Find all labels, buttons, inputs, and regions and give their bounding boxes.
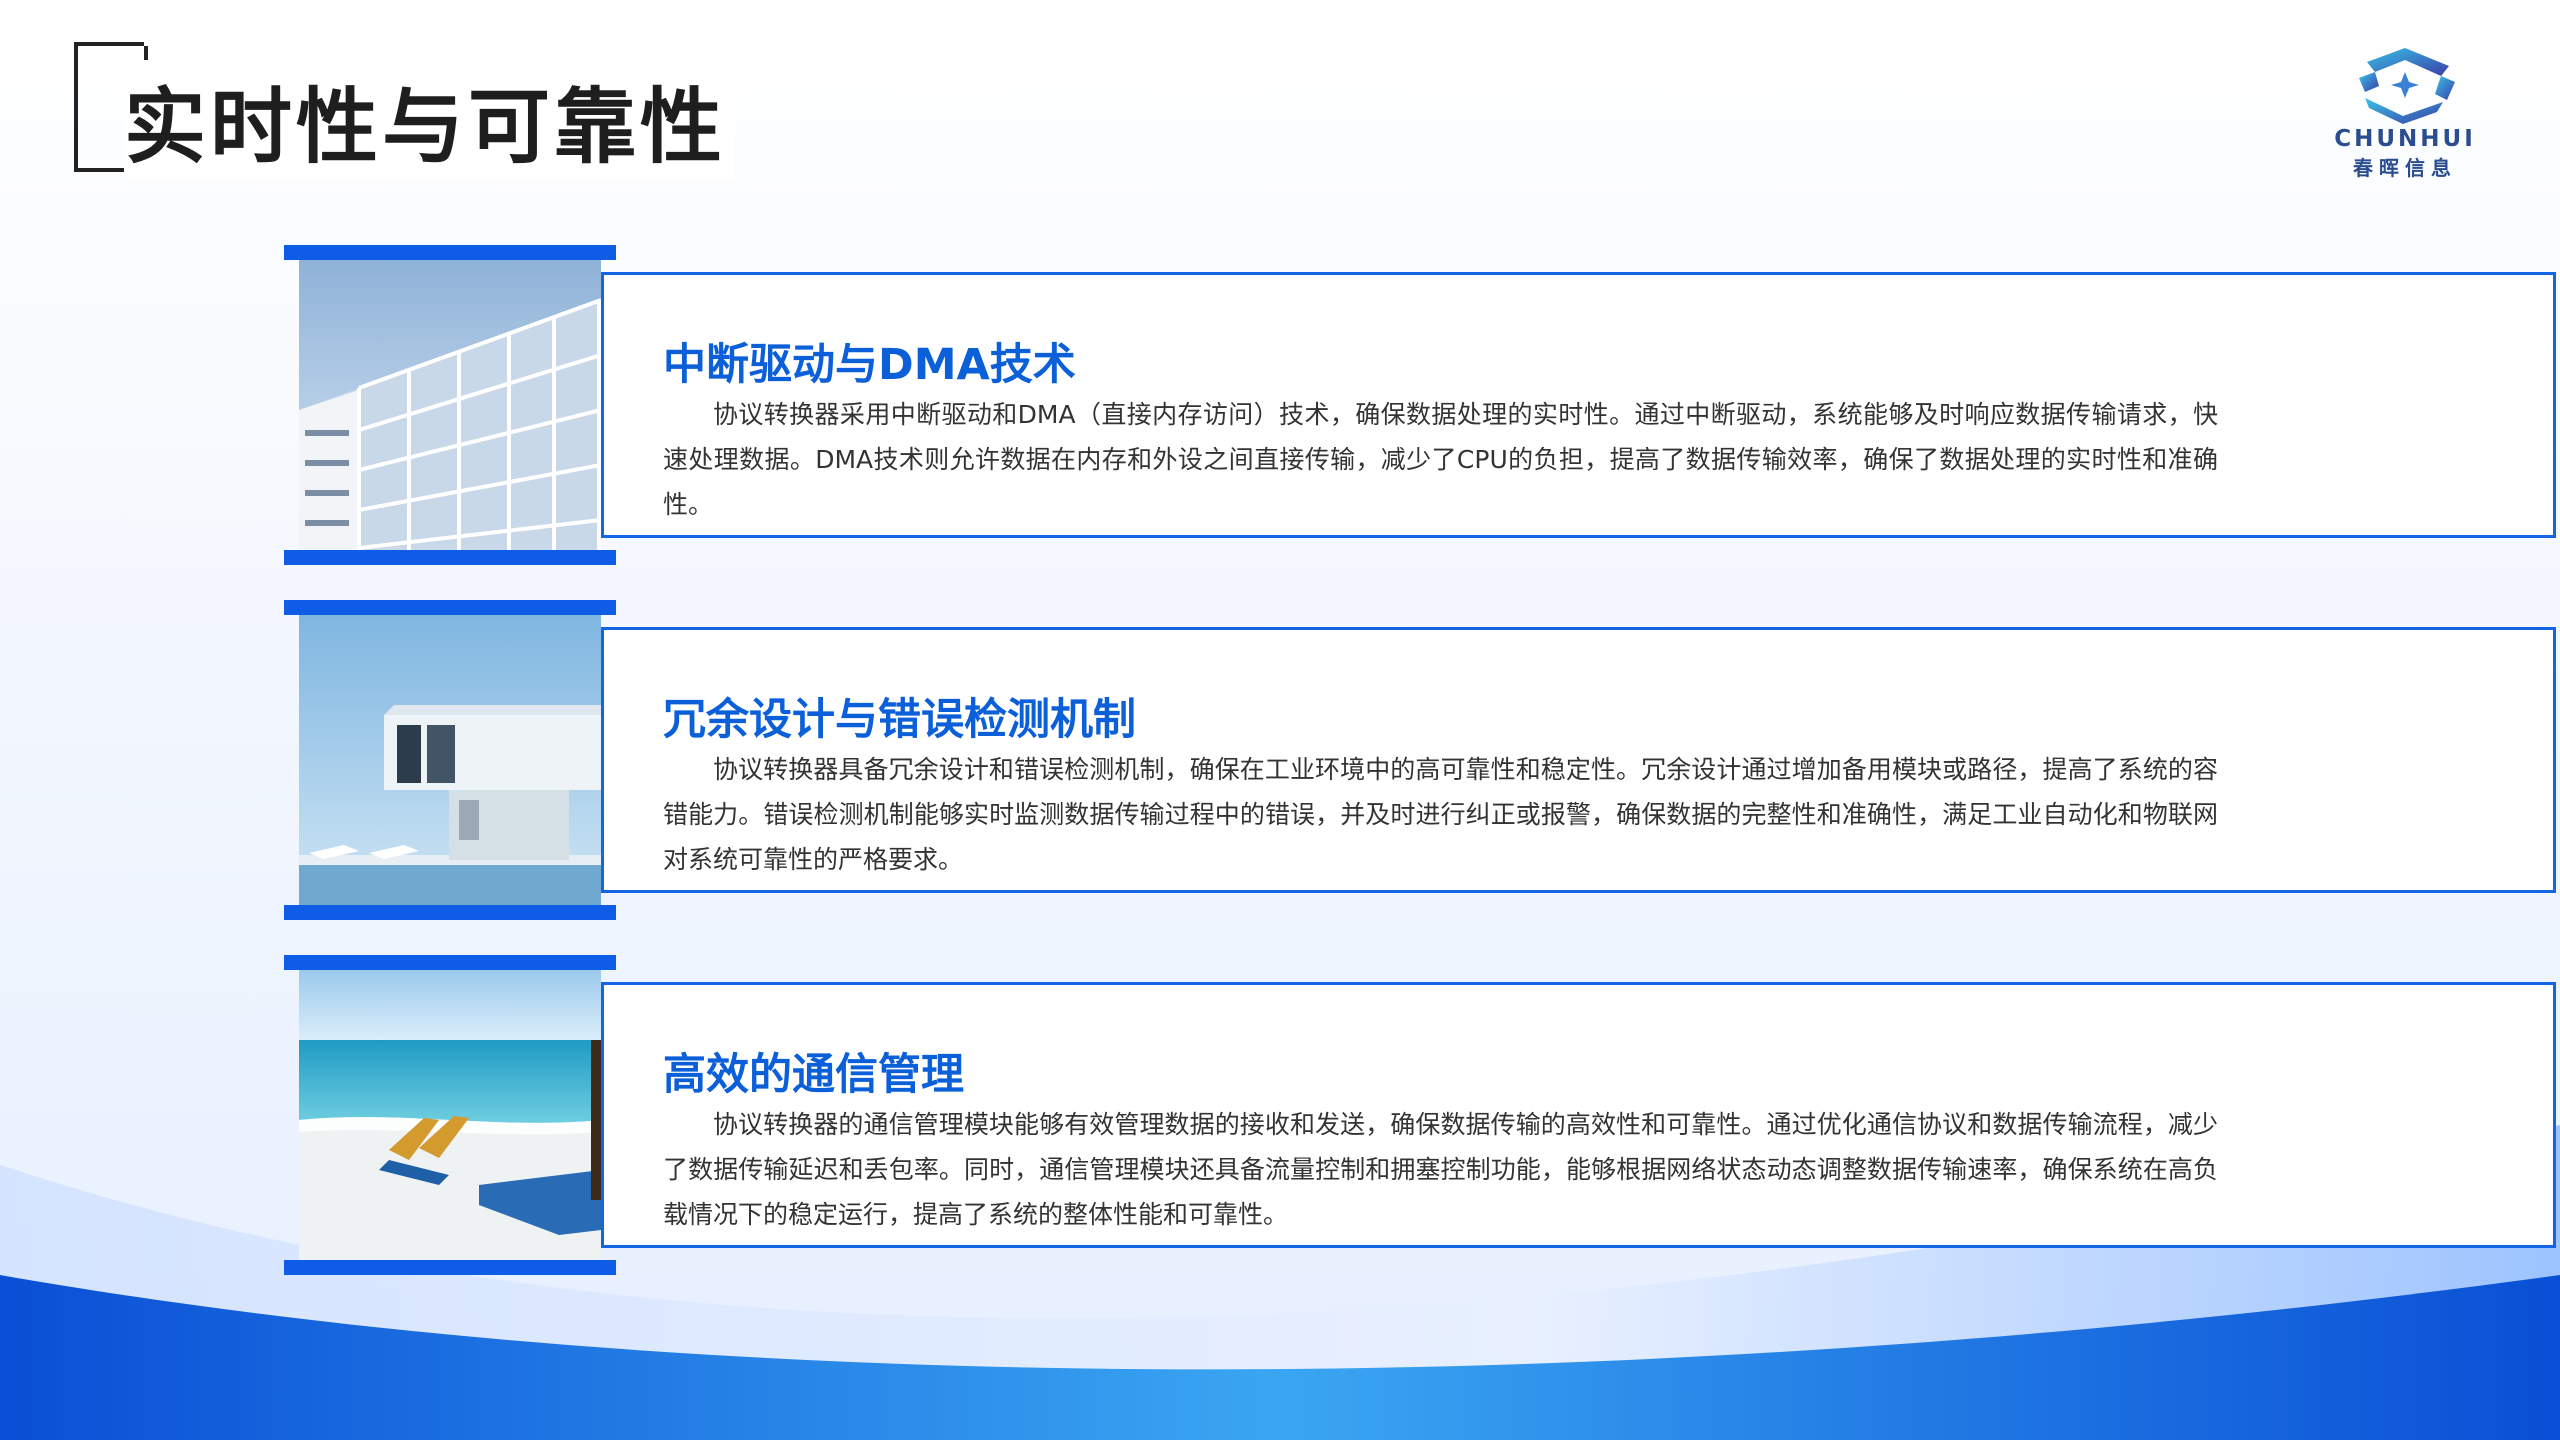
card-accent-bar-top	[284, 245, 616, 260]
modern-villa-photo	[299, 615, 601, 905]
chunhui-logo-icon	[2359, 48, 2455, 124]
logo-chinese-name: 春晖信息	[2353, 156, 2457, 180]
card-heading: 中断驱动与DMA技术	[663, 340, 1076, 390]
card-text: 协议转换器采用中断驱动和DMA（直接内存访问）技术，确保数据处理的实时性。通过中…	[663, 400, 2218, 519]
glass-building-photo	[299, 260, 601, 550]
logo-english-name: CHUNHUI	[2334, 126, 2476, 152]
card-accent-bar-bottom	[284, 905, 616, 920]
card-heading: 冗余设计与错误检测机制	[663, 695, 1136, 745]
beach-loungers-photo	[299, 970, 601, 1260]
card-text: 协议转换器的通信管理模块能够有效管理数据的接收和发送，确保数据传输的高效性和可靠…	[663, 1110, 2218, 1229]
card-accent-bar-bottom	[284, 550, 616, 565]
page-title: 实时性与可靠性	[124, 60, 735, 179]
card-text: 协议转换器具备冗余设计和错误检测机制，确保在工业环境中的高可靠性和稳定性。冗余设…	[663, 755, 2218, 874]
card-accent-bar-top	[284, 955, 616, 970]
card-heading: 高效的通信管理	[663, 1050, 964, 1100]
company-logo: CHUNHUI 春晖信息	[2330, 42, 2480, 182]
card-accent-bar-top	[284, 600, 616, 615]
card-accent-bar-bottom	[284, 1260, 616, 1275]
